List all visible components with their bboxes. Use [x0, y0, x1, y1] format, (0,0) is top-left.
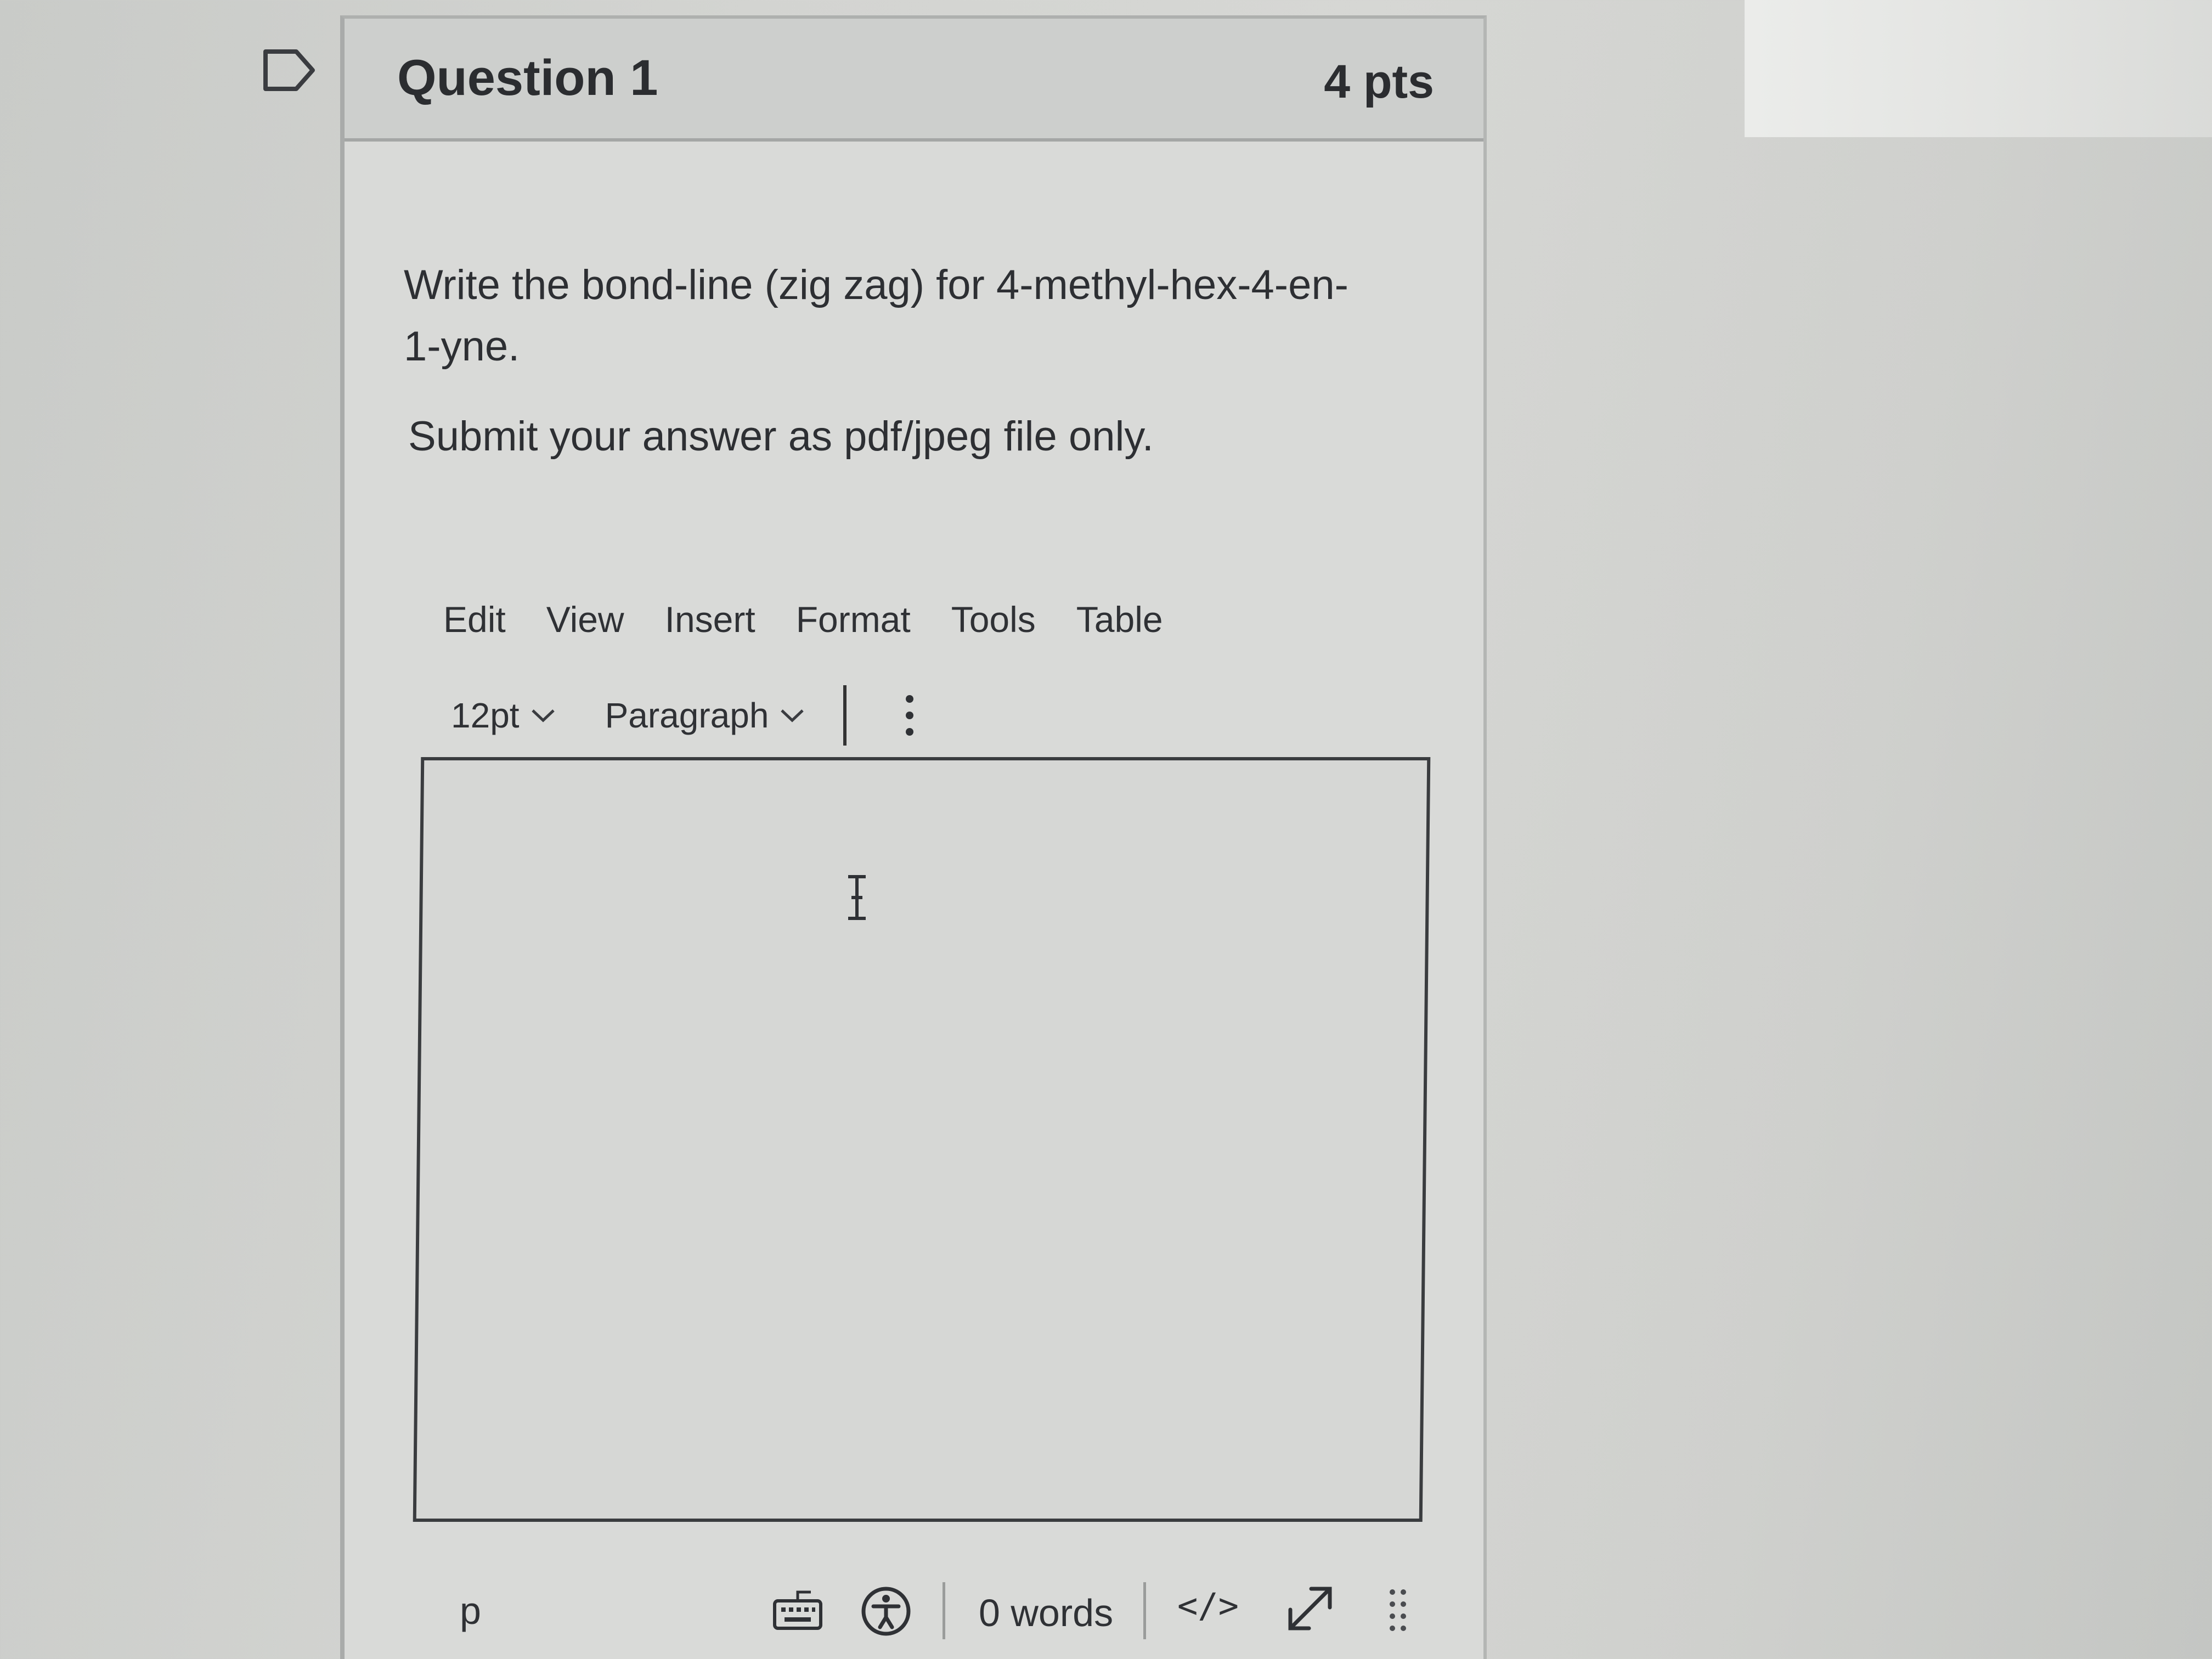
font-size-dropdown[interactable]: 12pt — [451, 695, 556, 736]
menu-tools[interactable]: Tools — [951, 599, 1036, 640]
word-count[interactable]: 0 words — [979, 1591, 1113, 1635]
menu-edit[interactable]: Edit — [443, 599, 506, 640]
editor-toolbar: 12pt Paragraph — [451, 682, 918, 748]
menu-view[interactable]: View — [546, 599, 624, 640]
editor-statusbar: p 0 words </> — [443, 1571, 1431, 1648]
font-size-value: 12pt — [451, 696, 520, 735]
keyboard-icon[interactable] — [772, 1590, 823, 1632]
menu-insert[interactable]: Insert — [665, 599, 755, 640]
question-points: 4 pts — [1324, 55, 1434, 108]
question-title: Question 1 — [397, 50, 658, 106]
toolbar-divider — [843, 685, 847, 746]
menu-format[interactable]: Format — [796, 599, 911, 640]
html-editor-toggle-icon[interactable]: </> — [1177, 1585, 1239, 1626]
block-format-value: Paragraph — [605, 696, 769, 735]
question-card: Question 1 4 pts Write the bond-line (zi… — [340, 15, 1487, 1659]
submission-instruction: Submit your answer as pdf/jpeg file only… — [408, 413, 1154, 460]
statusbar-divider — [1143, 1582, 1146, 1639]
question-header: Question 1 4 pts — [345, 19, 1483, 142]
element-path[interactable]: p — [460, 1589, 481, 1633]
menu-table[interactable]: Table — [1076, 599, 1163, 640]
accessibility-checker-icon[interactable] — [860, 1585, 912, 1637]
chevron-down-icon — [531, 709, 555, 723]
more-options-icon[interactable] — [901, 693, 918, 737]
fullscreen-icon[interactable] — [1283, 1581, 1338, 1636]
block-format-dropdown[interactable]: Paragraph — [605, 695, 805, 736]
resize-handle-icon[interactable] — [1387, 1588, 1409, 1632]
flag-question-icon[interactable] — [262, 48, 317, 92]
statusbar-divider — [943, 1582, 945, 1639]
question-text: Write the bond-line (zig zag) for 4-meth… — [404, 262, 1348, 370]
rich-text-editor-body[interactable] — [413, 757, 1431, 1522]
chevron-down-icon — [781, 709, 804, 723]
editor-menubar: Edit View Insert Format Tools Table — [443, 589, 1204, 650]
text-cursor-icon — [848, 875, 866, 920]
screen-glare — [1745, 0, 2212, 137]
